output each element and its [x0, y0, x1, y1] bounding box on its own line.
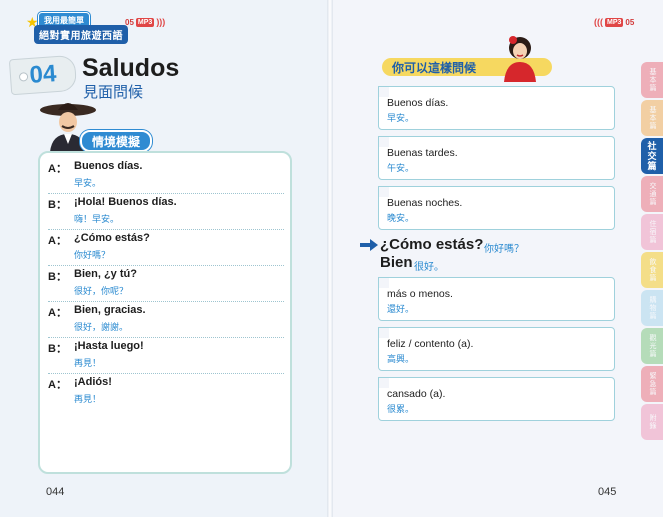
chinese-line: 早安。	[74, 178, 102, 188]
mp3-icon: MP3	[605, 17, 624, 27]
dialogue-box: A： Buenos días. 早安。 B： ¡Hola! Buenos día…	[38, 151, 292, 474]
phrase-card: cansado (a). 很累。	[378, 377, 615, 421]
chinese-line: 再見！	[74, 358, 102, 368]
chinese-line: 你好嗎？	[74, 250, 111, 260]
flamenco-dancer-illustration	[504, 36, 536, 82]
spanish-phrase: feliz / contento (a).	[387, 338, 474, 350]
tag-hole-icon	[18, 72, 29, 82]
arrow-right-icon	[360, 239, 378, 251]
track-number: 05	[125, 17, 134, 27]
dialogue-row: B： ¡Hasta luego! 再見！	[48, 340, 284, 374]
speaker-label: A：	[48, 235, 67, 247]
question-chinese: 你好嗎？	[484, 244, 524, 255]
speaker-label: B：	[48, 343, 67, 355]
phrase-card: Buenas tardes. 午安。	[378, 136, 615, 180]
speaker-label: B：	[48, 271, 67, 283]
chapter-tab[interactable]: 社交篇	[641, 138, 663, 174]
chapter-tab[interactable]: 觀光篇	[641, 328, 663, 364]
spanish-line: Bien, ¿y tú?	[74, 268, 137, 280]
dialogue-row: A： Bien, gracias. 很好，謝謝。	[48, 304, 284, 338]
phrase-card: Buenos días. 早安。	[378, 86, 615, 130]
section-label-scenario: 情境模擬	[80, 130, 153, 152]
audio-track-right[interactable]: ((( MP3 05	[594, 16, 634, 28]
spanish-line: ¡Adiós!	[74, 376, 112, 388]
chinese-phrase: 很累。	[387, 404, 415, 414]
speaker-label: B：	[48, 199, 67, 211]
chinese-line: 很好，謝謝。	[74, 322, 129, 332]
track-number: 05	[625, 17, 635, 27]
speaker-label: A：	[48, 307, 67, 319]
spanish-line: ¡Hasta luego!	[74, 340, 144, 352]
sound-icon: (((	[594, 17, 603, 27]
spanish-phrase: cansado (a).	[387, 388, 446, 400]
chinese-phrase: 還好。	[387, 304, 415, 314]
spanish-line: ¿Cómo estás?	[74, 232, 150, 244]
spanish-phrase: Buenas tardes.	[387, 147, 458, 159]
spanish-phrase: Buenas noches.	[387, 197, 463, 209]
chinese-phrase: 高興。	[387, 354, 415, 364]
book-spine	[327, 0, 333, 517]
chapter-tab[interactable]: 交通篇	[641, 176, 663, 212]
dialogue-row: A： ¡Adiós! 再見！	[48, 376, 284, 409]
chinese-line: 嗨！早安。	[74, 214, 120, 224]
page-number-left: 044	[46, 486, 65, 498]
question-spanish: ¿Cómo estás?	[380, 236, 484, 253]
audio-track-left[interactable]: 05 MP3 )))	[125, 16, 165, 28]
series-banner: ★ 我用最簡單 絕對實用旅遊西語	[26, 12, 136, 44]
chapter-tab[interactable]: 住宿篇	[641, 214, 663, 250]
chinese-phrase: 早安。	[387, 113, 415, 123]
chinese-line: 很好，你呢？	[74, 286, 129, 296]
spanish-line: ¡Hola! Buenos días.	[74, 196, 177, 208]
lesson-number: 04	[28, 60, 58, 89]
chapter-tab[interactable]: 附錄	[641, 404, 663, 440]
dialogue-row: B： Bien, ¿y tú? 很好，你呢？	[48, 268, 284, 302]
lesson-title: Saludos	[82, 54, 180, 82]
chapter-tab[interactable]: 飲食篇	[641, 252, 663, 288]
lesson-tag: 04	[8, 54, 78, 96]
phrase-card: feliz / contento (a). 高興。	[378, 327, 615, 371]
spanish-phrase: más o menos.	[387, 288, 453, 300]
chinese-phrase: 晚安。	[387, 213, 415, 223]
chapter-tab[interactable]: 基本篇	[641, 62, 663, 98]
chapter-tab[interactable]: 購物篇	[641, 290, 663, 326]
answer-chinese: 很好。	[414, 262, 444, 273]
series-banner-title: 絕對實用旅遊西語	[34, 25, 128, 44]
mp3-icon: MP3	[135, 17, 155, 27]
spanish-line: Buenos días.	[74, 160, 143, 172]
phrase-card: más o menos. 還好。	[378, 277, 615, 321]
chinese-phrase: 午安。	[387, 163, 415, 173]
spanish-phrase: Buenos días.	[387, 97, 449, 109]
chapter-tab[interactable]: 基本篇	[641, 100, 663, 136]
speaker-label: A：	[48, 163, 67, 175]
page-number-right: 045	[598, 486, 617, 498]
chinese-line: 再見！	[74, 394, 102, 404]
dialogue-row: B： ¡Hola! Buenos días. 嗨！早安。	[48, 196, 284, 230]
chapter-tab[interactable]: 緊急篇	[641, 366, 663, 402]
phrase-card: Buenas noches. 晚安。	[378, 186, 615, 230]
dialogue-row: A： ¿Cómo estás? 你好嗎？	[48, 232, 284, 266]
sound-icon: )))	[156, 17, 166, 27]
lesson-subtitle: 見面問候	[83, 84, 144, 101]
spanish-line: Bien, gracias.	[74, 304, 146, 316]
speaker-label: A：	[48, 379, 67, 391]
answer-spanish: Bien	[380, 254, 413, 271]
dialogue-row: A： Buenos días. 早安。	[48, 160, 284, 194]
